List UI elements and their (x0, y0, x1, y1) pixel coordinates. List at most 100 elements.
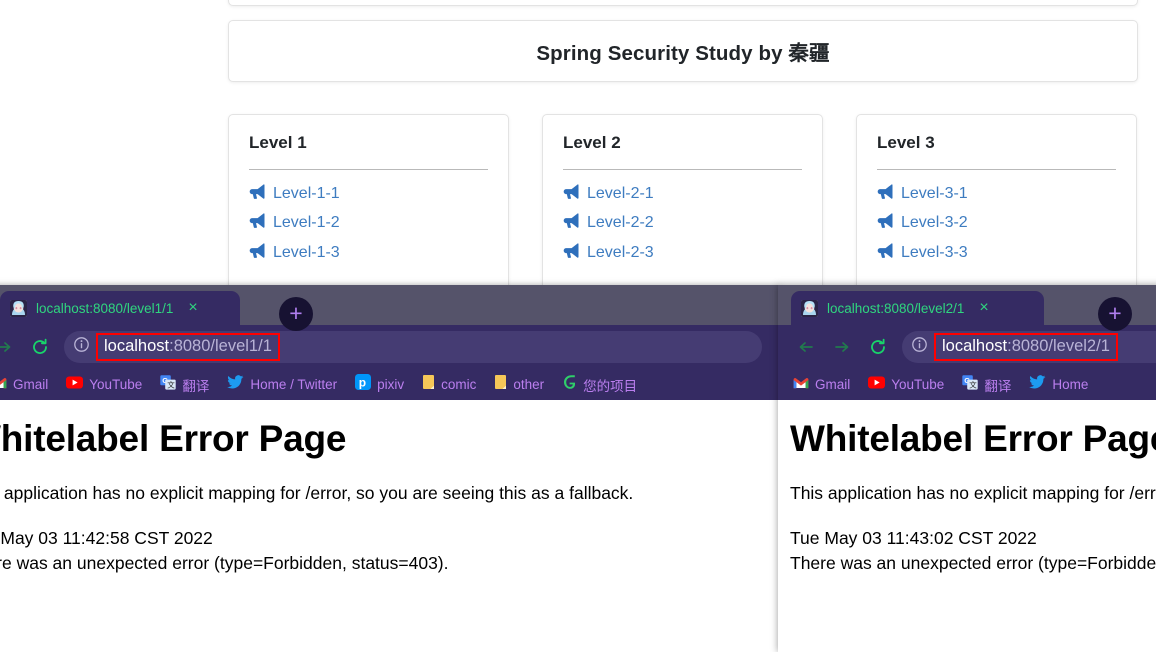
tab-strip: localhost:8080/level2/1 × + (778, 285, 1156, 331)
tab-title: localhost:8080/level2/1 (827, 300, 965, 316)
new-tab-button[interactable]: + (279, 297, 313, 331)
google-translate-icon: G 文 (160, 374, 177, 395)
level-card-3: Level 3 Level-3-1 Level-3-2 Level-3-3 (856, 114, 1137, 294)
new-tab-button[interactable]: + (1098, 297, 1132, 331)
level-link[interactable]: Level-3-3 (877, 243, 1116, 263)
browser-tab-level2[interactable]: localhost:8080/level2/1 × (791, 291, 1044, 325)
gmail-icon (0, 376, 7, 394)
bookmark-gmail[interactable]: Gmail (784, 376, 859, 394)
url-text: localhost:8080/level2/1 (942, 337, 1110, 356)
divider (249, 169, 488, 170)
level-link[interactable]: Level-2-2 (563, 213, 802, 233)
folder-icon (422, 374, 435, 395)
top-partial-panel (228, 0, 1138, 6)
page-content-level2: Whitelabel Error Page This application h… (778, 400, 1156, 652)
url-path: :8080/level1/1 (169, 337, 272, 355)
close-icon[interactable]: × (973, 300, 988, 316)
anime-avatar-favicon (801, 299, 818, 317)
bookmark-label: YouTube (89, 377, 143, 392)
twitter-icon (227, 375, 244, 394)
arrow-left-icon (799, 342, 813, 352)
bullhorn-icon (563, 243, 580, 263)
close-icon[interactable]: × (182, 300, 197, 316)
error-timestamp: Tue May 03 11:42:58 CST 2022 (0, 527, 213, 548)
youtube-icon (66, 376, 84, 394)
plus-icon: + (1108, 299, 1122, 326)
site-info-icon[interactable] (73, 336, 90, 358)
bookmarks-bar: Gmail YouTube G 文 (0, 369, 780, 400)
level-card-1: Level 1 Level-1-1 Level-1-2 Level-1-3 (228, 114, 509, 294)
address-bar[interactable]: localhost:8080/level1/1 (64, 331, 762, 363)
level-link[interactable]: Level-1-2 (249, 213, 488, 233)
level-link[interactable]: Level-3-2 (877, 213, 1116, 233)
level-link[interactable]: Level-3-1 (877, 184, 1116, 204)
bookmark-gmail[interactable]: Gmail (0, 376, 57, 394)
level-link[interactable]: Level-2-3 (563, 243, 802, 263)
bullhorn-icon (249, 184, 266, 204)
plus-icon: + (289, 299, 303, 326)
level-link-label: Level-2-3 (587, 243, 654, 261)
bookmark-folder-comic[interactable]: comic (413, 374, 485, 395)
error-detail: There was an unexpected error (type=Forb… (0, 553, 449, 574)
reload-button[interactable] (860, 329, 896, 365)
back-button[interactable] (788, 329, 824, 365)
page-title-panel: Spring Security Study by 秦疆 (228, 20, 1138, 82)
bookmark-label: Gmail (13, 377, 49, 392)
bullhorn-icon (563, 213, 580, 233)
page-title: Spring Security Study by 秦疆 (536, 42, 830, 65)
level-link-label: Level-2-2 (587, 214, 654, 232)
level-card-heading: Level 2 (563, 133, 621, 152)
error-page-heading: Whitelabel Error Page (790, 418, 1156, 459)
bookmark-twitter[interactable]: Home / Twitter (218, 375, 346, 394)
google-translate-icon: G 文 (962, 374, 979, 395)
level-link-label: Level-3-3 (901, 243, 968, 261)
reload-button[interactable] (22, 329, 58, 365)
bookmark-label: Home (1052, 377, 1089, 392)
bookmark-label: pixiv (377, 377, 405, 392)
error-timestamp: Tue May 03 11:43:02 CST 2022 (790, 527, 1037, 548)
tab-strip: localhost:8080/level1/1 × + (0, 285, 780, 331)
level-link-label: Level-3-1 (901, 185, 968, 202)
bookmark-label: YouTube (891, 377, 945, 392)
level-link-label: Level-1-2 (273, 214, 340, 232)
anime-avatar-favicon (10, 299, 27, 317)
bookmark-translate[interactable]: G 文 翻译 (953, 374, 1020, 395)
reload-icon (871, 338, 885, 354)
bookmark-youtube[interactable]: YouTube (57, 376, 151, 394)
bookmark-label: Gmail (815, 377, 851, 392)
gitee-icon (562, 374, 577, 395)
url-path: :8080/level2/1 (1007, 337, 1110, 355)
forward-button[interactable] (824, 329, 860, 365)
bookmark-translate[interactable]: G 文 翻译 (151, 374, 218, 395)
site-info-icon[interactable] (911, 336, 928, 358)
level-link[interactable]: Level-1-3 (249, 243, 488, 263)
bullhorn-icon (877, 184, 894, 204)
bookmark-twitter[interactable]: Home (1020, 375, 1097, 394)
bookmark-gitee[interactable]: 您的项目 (553, 374, 646, 395)
browser-tab-level1[interactable]: localhost:8080/level1/1 × (0, 291, 240, 325)
bullhorn-icon (877, 243, 894, 263)
level-link-label: Level-1-3 (273, 243, 340, 261)
bullhorn-icon (563, 184, 580, 204)
bullhorn-icon (249, 243, 266, 263)
tab-title: localhost:8080/level1/1 (36, 300, 174, 316)
error-detail: There was an unexpected error (type=Forb… (790, 553, 1156, 574)
bookmark-folder-other[interactable]: other (485, 374, 553, 395)
browser-toolbar: localhost:8080/level2/1 (778, 325, 1156, 369)
bookmark-youtube[interactable]: YouTube (859, 376, 953, 394)
bookmark-label: 翻译 (984, 378, 1012, 394)
forward-button[interactable] (0, 329, 22, 365)
bookmark-pixiv[interactable]: p pixiv (346, 374, 413, 395)
level-link[interactable]: Level-2-1 (563, 184, 802, 204)
url-text: localhost:8080/level1/1 (104, 337, 272, 356)
address-bar[interactable]: localhost:8080/level2/1 (902, 331, 1156, 363)
level-link[interactable]: Level-1-1 (249, 184, 488, 204)
bookmark-label: Home / Twitter (250, 377, 338, 392)
error-description: This application has no explicit mapping… (0, 482, 634, 503)
error-description: This application has no explicit mapping… (790, 482, 1156, 503)
divider (877, 169, 1116, 170)
browser-window-level1: localhost:8080/level1/1 × + localhost:80… (0, 285, 780, 652)
